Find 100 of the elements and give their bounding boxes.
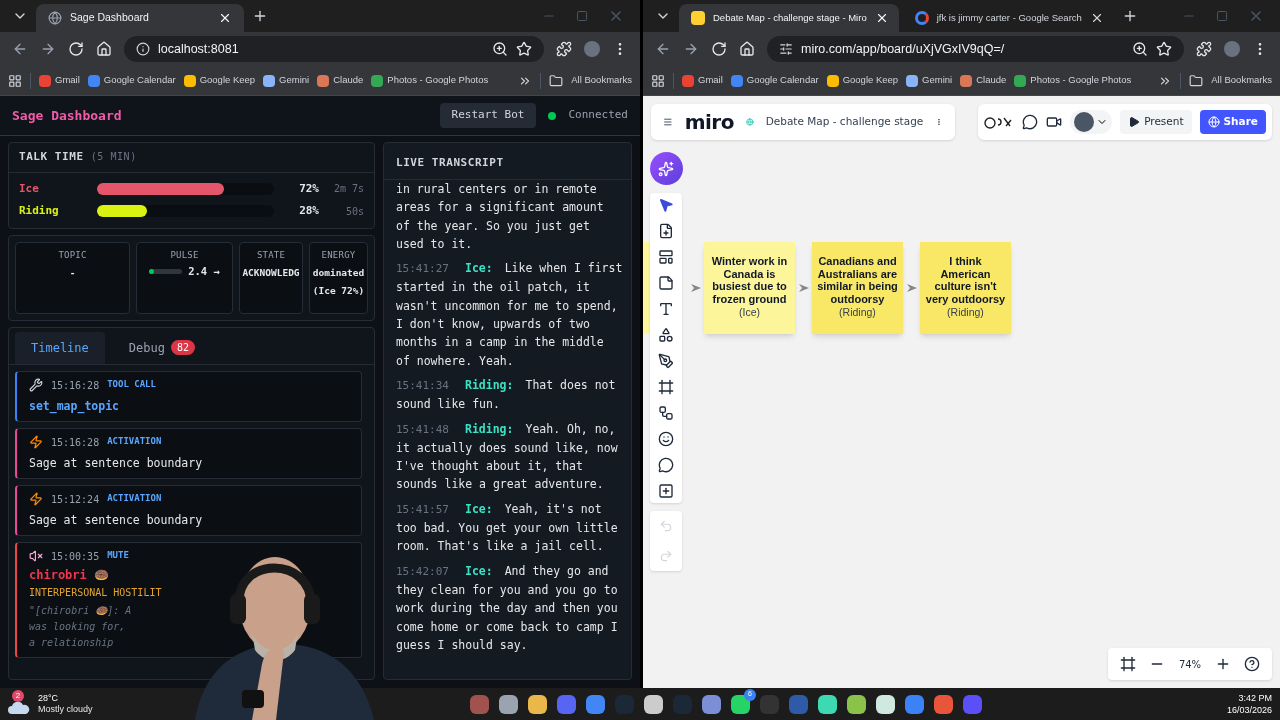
bookmark-link[interactable]: Google Keep — [842, 73, 899, 88]
shapes-icon[interactable] — [658, 327, 674, 343]
lightning-icon — [29, 492, 43, 506]
apps-icon[interactable] — [651, 73, 665, 88]
sticky-note[interactable]: Winter work in Canada is busiest due to frozen ground (Ice) — [704, 242, 795, 334]
info-icon[interactable] — [136, 42, 150, 56]
entry-time: 15:16:28 — [51, 435, 100, 450]
count-badge: 82 — [170, 340, 195, 355]
taskbar-app-icon[interactable] — [818, 694, 837, 714]
new-tab-icon[interactable] — [252, 8, 268, 24]
all-bookmarks-link[interactable]: All Bookmarks — [571, 73, 632, 88]
sticker-icon[interactable] — [658, 431, 674, 447]
back-icon[interactable] — [12, 41, 28, 57]
restart-bot-button[interactable]: Restart Bot — [439, 103, 537, 128]
bookmark-star-icon[interactable] — [516, 41, 532, 57]
note-text: I think American culture isn't very outdoorsy — [924, 255, 1007, 306]
add-icon[interactable] — [658, 483, 674, 499]
add-document-icon[interactable] — [658, 223, 674, 239]
bookmark-link[interactable]: Claude — [976, 73, 1007, 88]
entry-type: ACTIVATION — [107, 492, 162, 506]
taskbar-app-icon[interactable] — [731, 694, 750, 714]
apps-icon[interactable] — [8, 73, 22, 88]
taskbar-app-icon[interactable] — [702, 694, 721, 714]
profile-avatar[interactable] — [584, 41, 600, 57]
note-author: (Riding) — [947, 305, 984, 321]
sticky-note[interactable]: Canadians and Australians are similar in being outdoorsy (Riding) — [812, 242, 903, 334]
forward-icon[interactable] — [683, 41, 699, 57]
help-icon[interactable] — [1244, 656, 1260, 672]
bookmark-link[interactable]: Google Keep — [199, 73, 256, 88]
dashboard-title: Sage Dashboard — [12, 106, 123, 125]
share-button[interactable]: Share — [1199, 110, 1266, 134]
back-icon[interactable] — [655, 41, 671, 57]
bookmark-link[interactable]: Google Calendar — [746, 73, 819, 88]
zoom-icon[interactable] — [492, 41, 508, 57]
entry-category: INTERPERSONAL HOSTILIT — [29, 586, 163, 599]
extensions-icon[interactable] — [1196, 41, 1212, 57]
address-bar[interactable]: localhost:8081 — [124, 36, 544, 62]
panel-tab[interactable]: Debug 82 — [112, 331, 211, 364]
bookmark-link[interactable]: Gemini — [279, 73, 310, 88]
bookmark-link[interactable]: Gmail — [55, 73, 80, 88]
address-bar[interactable]: miro.com/app/board/uXjVGxIV9qQ=/ — [767, 36, 1184, 62]
url-text: miro.com/app/board/uXjVGxIV9qQ=/ — [801, 40, 1006, 58]
extensions-icon[interactable] — [556, 41, 572, 57]
weather-temp: 28°C — [38, 693, 60, 704]
bookmark-star-icon[interactable] — [1156, 41, 1172, 57]
diagram-icon[interactable] — [658, 405, 674, 421]
bookmark-link[interactable]: Gemini — [922, 73, 953, 88]
status-text: Connected — [568, 107, 628, 124]
taskbar-app-icon[interactable] — [499, 694, 518, 714]
home-icon[interactable] — [739, 41, 755, 57]
home-icon[interactable] — [96, 41, 112, 57]
comment-icon[interactable] — [658, 457, 674, 473]
pen-icon[interactable] — [658, 353, 674, 369]
entry-time: 15:16:28 — [51, 378, 100, 393]
browser-tab[interactable]: Debate Map - challenge stage - Miro — [679, 4, 899, 32]
bookmark-link[interactable]: Gmail — [698, 73, 723, 88]
video-icon[interactable] — [1046, 114, 1063, 130]
avatar-menu[interactable] — [1070, 110, 1113, 134]
bookmark-link[interactable]: Claude — [333, 73, 364, 88]
template-icon[interactable] — [658, 249, 674, 265]
present-button[interactable]: Present — [1120, 110, 1192, 134]
clock-time: 3:42 PM — [1238, 692, 1272, 704]
transcript-entry: 15:41:48 Riding: Yeah. Oh, no, it actually does sound like, now I've thought about it, that sounds like a great adventure. — [396, 420, 619, 494]
taskbar-app-icon[interactable] — [644, 694, 663, 714]
chat-icon[interactable] — [1022, 114, 1039, 130]
transcript-entry: in rural centers or in remote areas for a significant amount of the year. So you just get used to it. — [396, 181, 605, 253]
bookmark-favicon-icon — [39, 74, 51, 87]
site-settings-icon[interactable] — [779, 42, 793, 56]
bookmark-link[interactable]: Google Calendar — [103, 73, 176, 88]
entry-text: Sage at sentence boundary — [29, 511, 204, 529]
frame-icon[interactable] — [658, 379, 674, 395]
lightning-icon — [29, 435, 43, 449]
reload-icon[interactable] — [711, 41, 727, 57]
bookmark-link[interactable]: Photos - Google Photos — [1030, 73, 1132, 88]
board-title[interactable]: Debate Map - challenge stage — [765, 114, 924, 130]
text-icon[interactable] — [658, 301, 674, 317]
panel-tab[interactable]: Timeline — [15, 331, 105, 364]
folder-icon — [549, 73, 564, 88]
browser-tab[interactable]: jfk is jimmy carter - Google Search — [902, 4, 1114, 32]
taskbar-app-icon[interactable] — [528, 694, 547, 714]
ai-sparkle-button[interactable] — [649, 152, 683, 185]
sticky-note[interactable]: I think American culture isn't very outdoorsy (Riding) — [920, 242, 1011, 334]
talk-duration: 50s — [344, 204, 364, 219]
sticky-note-icon[interactable] — [658, 275, 674, 291]
fit-frame-icon[interactable] — [1120, 656, 1136, 672]
stat-label: TOPIC — [58, 248, 87, 262]
taskbar-app-icon[interactable] — [876, 694, 895, 714]
forward-icon[interactable] — [40, 41, 56, 57]
bookmark-link[interactable]: Photos - Google Photos — [387, 73, 489, 88]
transcript-entry: 15:42:07 Ice: And they go and they clean for you and you go to work during the day and then you come home or come back to camp I guess I should say. — [396, 562, 619, 654]
note-text: Canadians and Australians are similar in being outdoorsy — [816, 255, 899, 306]
profile-avatar[interactable] — [1224, 41, 1240, 57]
taskbar-app-icon[interactable] — [847, 694, 866, 714]
browser-tab[interactable]: Sage Dashboard — [36, 4, 244, 32]
pointer-icon[interactable] — [658, 197, 674, 213]
zoom-icon[interactable] — [1132, 41, 1148, 57]
reload-icon[interactable] — [68, 41, 84, 57]
stat-value: ACKNOWLEDG — [241, 266, 301, 280]
all-bookmarks-link[interactable]: All Bookmarks — [1211, 73, 1272, 88]
close-icon[interactable] — [218, 11, 232, 25]
